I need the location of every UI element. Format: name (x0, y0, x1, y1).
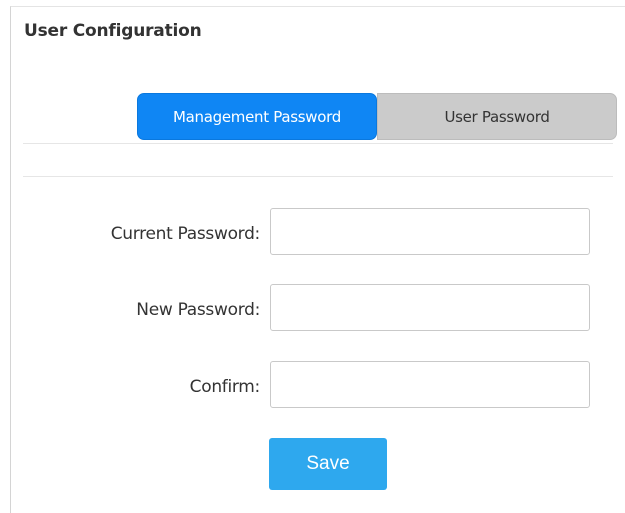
user-configuration-panel: User Configuration Management Password U… (10, 6, 625, 513)
current-password-input[interactable] (270, 208, 590, 255)
tab-divider (23, 143, 613, 144)
current-password-label: Current Password: (110, 224, 261, 244)
confirm-password-input[interactable] (270, 361, 590, 408)
section-divider (23, 176, 613, 177)
new-password-label: New Password: (136, 300, 260, 320)
new-password-input[interactable] (270, 284, 590, 331)
page-title: User Configuration (24, 21, 202, 41)
save-button[interactable]: Save (269, 438, 387, 490)
confirm-password-label: Confirm: (189, 377, 261, 397)
tab-management-password[interactable]: Management Password (137, 93, 377, 140)
tab-user-password[interactable]: User Password (377, 93, 617, 140)
